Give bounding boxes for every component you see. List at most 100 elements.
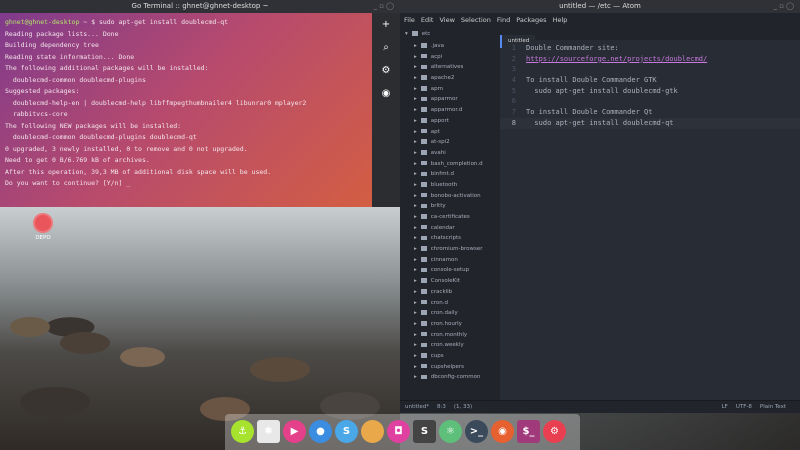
search-icon[interactable]: ⌕ xyxy=(372,36,400,59)
tree-item[interactable]: ▸ apport xyxy=(400,116,500,127)
folder-icon xyxy=(420,310,427,315)
menu-selection[interactable]: Selection xyxy=(461,16,491,24)
folder-icon xyxy=(33,213,53,233)
tree-item[interactable]: ▸ acpi xyxy=(400,52,500,63)
folder-icon xyxy=(420,64,427,70)
tree-item[interactable]: ▸ console-setup xyxy=(400,265,500,276)
desktop-icon-depo[interactable]: DEPO xyxy=(32,213,54,241)
status-encoding[interactable]: UTF-8 xyxy=(736,404,752,410)
tree-item-label: cron.hourly xyxy=(430,320,462,327)
tree-item[interactable]: ▸ cron.hourly xyxy=(400,319,500,330)
tree-item-label: apport xyxy=(430,117,449,124)
menu-packages[interactable]: Packages xyxy=(516,16,546,24)
menu-view[interactable]: View xyxy=(439,16,454,24)
dock-firefox-icon[interactable]: ◉ xyxy=(491,420,514,443)
tree-item[interactable]: ▸ brltty xyxy=(400,201,500,212)
atom-titlebar[interactable]: untitled — /etc — Atom _ ▫ ◯ xyxy=(400,0,800,13)
tree-item-label: alternatives xyxy=(430,64,464,71)
dock-terminal-dark-icon[interactable]: >_ xyxy=(465,420,488,443)
line-number: 4 xyxy=(511,76,516,85)
code-text[interactable]: https://sourceforge.net/projects/doublec… xyxy=(526,55,707,63)
tree-item[interactable]: ▸ ConsoleKit xyxy=(400,276,500,287)
terminal-line: doublecmd-common doublecmd-plugins xyxy=(5,75,146,84)
tree-item[interactable]: ▸ bluetooth xyxy=(400,180,500,191)
terminal-output[interactable]: ghnet@ghnet-desktop ~ $ sudo apt-get ins… xyxy=(0,13,400,194)
eye-icon[interactable]: ◉ xyxy=(372,82,400,105)
tree-item[interactable]: ▸ bash_completion.d xyxy=(400,159,500,170)
tree-item[interactable]: ▸ apt xyxy=(400,127,500,138)
code-area[interactable]: 1 Double Commander site: 2 https://sourcefo… xyxy=(500,40,800,129)
tree-item[interactable]: ▸ chromium-browser xyxy=(400,244,500,255)
code-line: 2 https://sourceforge.net/projects/double… xyxy=(500,54,800,65)
tree-item[interactable]: ▸ apm xyxy=(400,84,500,95)
terminal-window[interactable]: Go Terminal :: ghnet@ghnet-desktop ~ _ ▫ … xyxy=(0,0,400,207)
line-number: 6 xyxy=(511,97,516,106)
tree-item[interactable]: ▸ calendar xyxy=(400,223,500,234)
tree-item[interactable]: ▸ apparmor.d xyxy=(400,105,500,116)
dock-chrome-icon[interactable]: ● xyxy=(309,420,332,443)
tree-item[interactable]: ▸ cron.weekly xyxy=(400,340,500,351)
window-controls[interactable]: _ ▫ ◯ xyxy=(773,0,794,13)
status-grammar[interactable]: Plain Text xyxy=(760,404,786,410)
tree-item[interactable]: ▸ binfmt.d xyxy=(400,169,500,180)
dock-terminal-icon[interactable]: $_ xyxy=(517,420,540,443)
status-file[interactable]: untitled* xyxy=(405,404,429,410)
tree-item[interactable]: ▸ bonobo-activation xyxy=(400,191,500,202)
status-cursor[interactable]: 8:3 xyxy=(437,404,446,410)
dock-skype-icon[interactable]: S xyxy=(335,420,358,443)
folder-icon xyxy=(420,257,427,262)
menu-file[interactable]: File xyxy=(404,16,415,24)
tree-item[interactable]: ▸ ca-certificates xyxy=(400,212,500,223)
tree-root[interactable]: ▾ etc xyxy=(400,27,500,41)
code-text: To install Double Commander GTK xyxy=(526,76,657,85)
window-controls[interactable]: _ ▫ ◯ xyxy=(373,0,394,13)
tree-item[interactable]: ▸ cinnamon xyxy=(400,255,500,266)
tree-item[interactable]: ▸ cron.daily xyxy=(400,308,500,319)
menu-edit[interactable]: Edit xyxy=(421,16,434,24)
folder-icon xyxy=(420,118,427,123)
dock-atom-icon[interactable]: ⚛ xyxy=(439,420,462,443)
dock-photos-icon[interactable]: ✱ xyxy=(257,420,280,443)
tree-item[interactable]: ▸ chatscripts xyxy=(400,233,500,244)
tree-item-label: cups xyxy=(430,352,444,359)
tree-item[interactable]: ▸ cracklib xyxy=(400,287,500,298)
tree-item-label: cracklib xyxy=(430,288,453,295)
tree-item-label: ConsoleKit xyxy=(430,278,460,285)
dock-anchor-icon[interactable]: ⚓ xyxy=(231,420,254,443)
dock-media-player-icon[interactable]: ▶ xyxy=(283,420,306,443)
tree-item[interactable]: ▸ apache2 xyxy=(400,73,500,84)
tree-item[interactable]: ▸ cups xyxy=(400,351,500,362)
menu-help[interactable]: Help xyxy=(553,16,568,24)
tree-item-label: at-spi2 xyxy=(430,139,450,146)
tree-item-label: .java xyxy=(430,43,445,49)
tree-item[interactable]: ▸ cron.d xyxy=(400,298,500,309)
tree-item[interactable]: ▸ cupshelpers xyxy=(400,362,500,373)
dock-settings-icon[interactable]: ⚙ xyxy=(543,420,566,443)
tree-item[interactable]: ▸ apparmor xyxy=(400,94,500,105)
status-selection[interactable]: (1, 33) xyxy=(454,404,472,410)
line-number: 3 xyxy=(511,65,516,74)
folder-icon xyxy=(420,96,427,102)
editor[interactable]: untitled 1 Double Commander site: 2 https:/… xyxy=(500,27,800,413)
tree-item[interactable]: ▸ at-spi2 xyxy=(400,137,500,148)
dock-camera-icon[interactable]: ◘ xyxy=(387,420,410,443)
folder-icon xyxy=(420,246,427,251)
tree-item[interactable]: ▸ .java xyxy=(400,41,500,52)
atom-window[interactable]: untitled — /etc — Atom _ ▫ ◯ File Edit View… xyxy=(400,0,800,413)
dock-files-icon[interactable] xyxy=(361,420,384,443)
tree-item[interactable]: ▸ cron.monthly xyxy=(400,330,500,341)
add-icon[interactable]: + xyxy=(372,13,400,36)
code-line: 1 Double Commander site: xyxy=(500,43,800,54)
tree-item[interactable]: ▸ dbconfig-common xyxy=(400,372,500,383)
folder-icon xyxy=(420,267,427,273)
tree-item[interactable]: ▸ avahi xyxy=(400,148,500,159)
gear-icon[interactable]: ⚙ xyxy=(372,59,400,82)
dock-sublime-icon[interactable]: S xyxy=(413,420,436,443)
tree-item-label: chatscripts xyxy=(430,235,461,242)
terminal-titlebar[interactable]: Go Terminal :: ghnet@ghnet-desktop ~ _ ▫ … xyxy=(0,0,400,13)
tree-view[interactable]: ▾ etc ▸ .java ▸ acpi ▸ alternatives ▸ apache2 ▸ ap… xyxy=(400,27,500,400)
status-eol[interactable]: LF xyxy=(722,404,728,410)
menu-find[interactable]: Find xyxy=(497,16,510,24)
tree-item[interactable]: ▸ alternatives xyxy=(400,62,500,73)
terminal-title: Go Terminal :: ghnet@ghnet-desktop ~ xyxy=(131,2,269,10)
